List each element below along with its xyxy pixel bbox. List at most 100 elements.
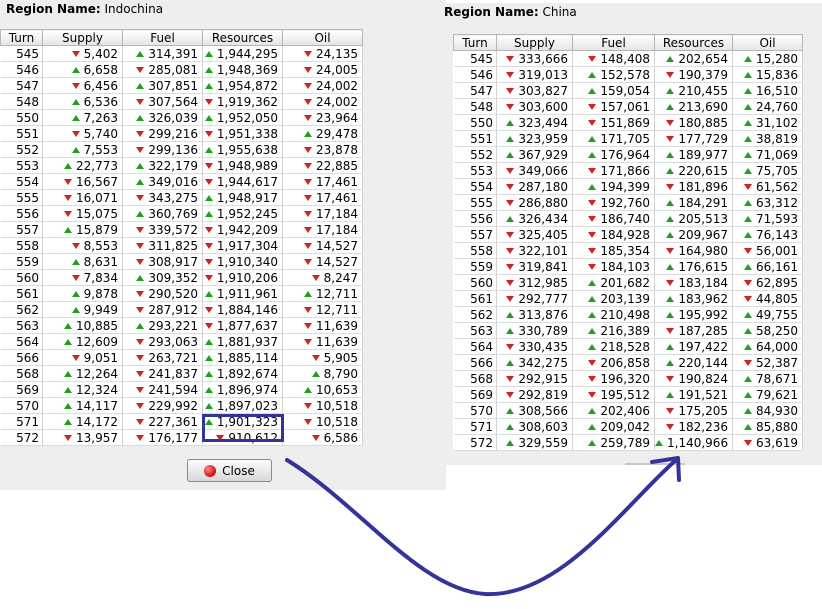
down-arrow-icon bbox=[71, 50, 80, 57]
table-row[interactable]: 560 7,834 309,352 1,910,206 8,247 bbox=[0, 269, 363, 286]
table-row[interactable]: 572 329,559 259,789 1,140,966 63,619 bbox=[453, 434, 803, 451]
table-row[interactable]: 569 292,819 195,512 191,521 79,621 bbox=[453, 386, 803, 403]
down-arrow-icon bbox=[64, 194, 72, 201]
up-arrow-icon bbox=[666, 103, 675, 110]
close-button[interactable]: Close bbox=[187, 459, 272, 482]
table-row[interactable]: 547 303,827 159,054 210,455 16,510 bbox=[453, 82, 803, 99]
fuel-value: 285,081 bbox=[148, 62, 198, 77]
table-row[interactable]: 564 330,435 218,528 197,422 64,000 bbox=[453, 338, 803, 355]
table-row[interactable]: 555 286,880 192,760 184,291 63,312 bbox=[453, 194, 803, 211]
column-header-fuel[interactable]: Fuel bbox=[122, 29, 203, 46]
table-row[interactable]: 558 8,553 311,825 1,917,304 14,527 bbox=[0, 237, 363, 254]
column-header-oil[interactable]: Oil bbox=[732, 34, 803, 51]
table-row[interactable]: 566 342,275 206,858 220,144 52,387 bbox=[453, 354, 803, 371]
table-row[interactable]: 571 308,603 209,042 182,236 85,880 bbox=[453, 418, 803, 435]
table-row[interactable]: 545 5,402 314,391 1,944,295 24,135 bbox=[0, 45, 363, 62]
fuel-value: 186,740 bbox=[600, 211, 650, 226]
turn-cell: 568 bbox=[0, 365, 43, 382]
table-row[interactable]: 571 14,172 227,361 1,901,323 10,518 bbox=[0, 413, 363, 430]
fuel-cell: 171,866 bbox=[572, 162, 655, 179]
table-row[interactable]: 559 319,841 184,103 176,615 66,161 bbox=[453, 258, 803, 275]
table-row[interactable]: 559 8,631 308,917 1,910,340 14,527 bbox=[0, 253, 363, 270]
table-row[interactable]: 547 6,456 307,851 1,954,872 24,002 bbox=[0, 77, 363, 94]
resources-cell: 197,422 bbox=[654, 338, 733, 355]
table-row[interactable]: 557 325,405 184,928 209,967 76,143 bbox=[453, 226, 803, 243]
table-row[interactable]: 550 7,263 326,039 1,952,050 23,964 bbox=[0, 109, 363, 126]
table-row[interactable]: 548 6,536 307,564 1,919,362 24,002 bbox=[0, 93, 363, 110]
table-row[interactable]: 552 367,929 176,964 189,977 71,069 bbox=[453, 146, 803, 163]
table-row[interactable]: 553 22,773 322,179 1,948,989 22,885 bbox=[0, 157, 363, 174]
fuel-cell: 176,177 bbox=[122, 429, 203, 446]
column-header-resources[interactable]: Resources bbox=[654, 34, 733, 51]
table-row[interactable]: 563 10,885 293,221 1,877,637 11,639 bbox=[0, 317, 363, 334]
table-row[interactable]: 550 323,494 151,869 180,885 31,102 bbox=[453, 114, 803, 131]
up-arrow-icon bbox=[666, 311, 675, 318]
table-row[interactable]: 545 333,666 148,408 202,654 15,280 bbox=[453, 50, 803, 67]
down-arrow-icon bbox=[136, 402, 145, 409]
column-header-resources[interactable]: Resources bbox=[202, 29, 283, 46]
down-arrow-icon bbox=[666, 71, 675, 78]
up-arrow-icon bbox=[204, 114, 213, 121]
table-row[interactable]: 557 15,879 339,572 1,942,209 17,184 bbox=[0, 221, 363, 238]
table-row[interactable]: 569 12,324 241,594 1,896,974 10,653 bbox=[0, 381, 363, 398]
table-row[interactable]: 561 9,878 290,520 1,911,961 12,711 bbox=[0, 285, 363, 302]
oil-cell: 63,619 bbox=[732, 434, 803, 451]
resources-cell: 183,184 bbox=[654, 274, 733, 291]
table-row[interactable]: 551 323,959 171,705 177,729 38,819 bbox=[453, 130, 803, 147]
table-row[interactable]: 570 308,566 202,406 175,205 84,930 bbox=[453, 402, 803, 419]
table-row[interactable]: 554 287,180 194,399 181,896 61,562 bbox=[453, 178, 803, 195]
up-arrow-icon bbox=[588, 295, 597, 302]
supply-value: 16,567 bbox=[76, 174, 118, 189]
table-row[interactable]: 562 9,949 287,912 1,884,146 12,711 bbox=[0, 301, 363, 318]
table-row[interactable]: 562 313,876 210,498 195,992 49,755 bbox=[453, 306, 803, 323]
supply-cell: 342,275 bbox=[496, 354, 573, 371]
column-header-oil[interactable]: Oil bbox=[282, 29, 363, 46]
table-row[interactable]: 546 319,013 152,578 190,379 15,836 bbox=[453, 66, 803, 83]
scrollbar[interactable] bbox=[625, 463, 685, 465]
up-arrow-icon bbox=[744, 167, 752, 174]
table-row[interactable]: 553 349,066 171,866 220,615 75,705 bbox=[453, 162, 803, 179]
oil-cell: 17,184 bbox=[282, 205, 363, 222]
table-row[interactable]: 556 326,434 186,740 205,513 71,593 bbox=[453, 210, 803, 227]
fuel-cell: 259,789 bbox=[572, 434, 655, 451]
up-arrow-icon bbox=[588, 183, 597, 190]
resources-cell: 176,615 bbox=[654, 258, 733, 275]
oil-value: 17,184 bbox=[316, 206, 358, 221]
table-row[interactable]: 563 330,789 216,389 187,285 58,250 bbox=[453, 322, 803, 339]
down-arrow-icon bbox=[311, 274, 320, 281]
column-header-turn[interactable]: Turn bbox=[0, 29, 43, 46]
table-row[interactable]: 570 14,117 229,992 1,897,023 10,518 bbox=[0, 397, 363, 414]
table-row[interactable]: 551 5,740 299,216 1,951,338 29,478 bbox=[0, 125, 363, 142]
supply-value: 325,405 bbox=[518, 227, 568, 242]
table-row[interactable]: 564 12,609 293,063 1,881,937 11,639 bbox=[0, 333, 363, 350]
table-row[interactable]: 555 16,071 343,275 1,948,917 17,461 bbox=[0, 189, 363, 206]
up-arrow-icon bbox=[506, 327, 515, 334]
table-row[interactable]: 566 9,051 263,721 1,885,114 5,905 bbox=[0, 349, 363, 366]
oil-value: 10,518 bbox=[316, 414, 358, 429]
table-row[interactable]: 568 12,264 241,837 1,892,674 8,790 bbox=[0, 365, 363, 382]
fuel-cell: 216,389 bbox=[572, 322, 655, 339]
up-arrow-icon bbox=[64, 338, 72, 345]
table-row[interactable]: 560 312,985 201,682 183,184 62,895 bbox=[453, 274, 803, 291]
column-header-turn[interactable]: Turn bbox=[453, 34, 497, 51]
turn-cell: 566 bbox=[453, 354, 497, 371]
table-row[interactable]: 556 15,075 360,769 1,952,245 17,184 bbox=[0, 205, 363, 222]
supply-cell: 12,609 bbox=[42, 333, 123, 350]
table-row[interactable]: 561 292,777 203,139 183,962 44,805 bbox=[453, 290, 803, 307]
column-header-fuel[interactable]: Fuel bbox=[572, 34, 655, 51]
table-row[interactable]: 554 16,567 349,016 1,944,617 17,461 bbox=[0, 173, 363, 190]
turn-cell: 557 bbox=[0, 221, 43, 238]
table-row[interactable]: 552 7,553 299,136 1,955,638 23,878 bbox=[0, 141, 363, 158]
down-arrow-icon bbox=[204, 98, 213, 105]
table-row[interactable]: 568 292,915 196,320 190,824 78,671 bbox=[453, 370, 803, 387]
resources-cell: 210,455 bbox=[654, 82, 733, 99]
table-row[interactable]: 546 6,658 285,081 1,948,369 24,005 bbox=[0, 61, 363, 78]
column-header-supply[interactable]: Supply bbox=[496, 34, 573, 51]
table-row[interactable]: 558 322,101 185,354 164,980 56,001 bbox=[453, 242, 803, 259]
column-header-supply[interactable]: Supply bbox=[42, 29, 123, 46]
down-arrow-icon bbox=[304, 50, 312, 57]
table-row[interactable]: 572 13,957 176,177 910,612 6,586 bbox=[0, 429, 363, 446]
oil-cell: 71,593 bbox=[732, 210, 803, 227]
table-row[interactable]: 548 303,600 157,061 213,690 24,760 bbox=[453, 98, 803, 115]
oil-cell: 23,964 bbox=[282, 109, 363, 126]
